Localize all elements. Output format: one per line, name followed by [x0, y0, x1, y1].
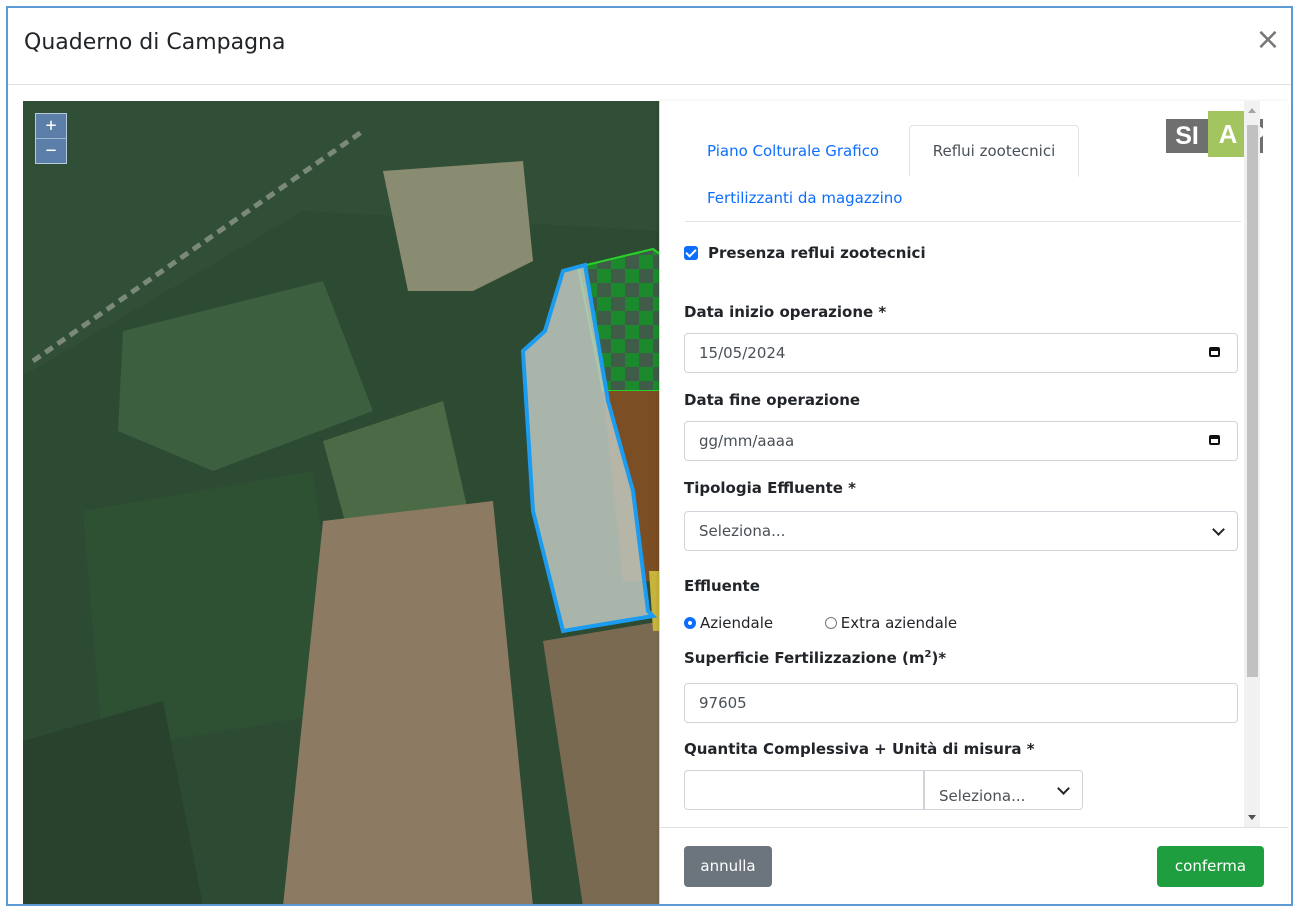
scroll-up-icon[interactable]	[1248, 108, 1256, 113]
close-icon[interactable]: ×	[1255, 25, 1281, 56]
map-field-light	[383, 161, 533, 291]
panel-content: Piano Colturale Grafico Reflui zootecnic…	[660, 101, 1266, 827]
tab-piano-colturale[interactable]: Piano Colturale Grafico	[707, 142, 879, 160]
quantity-input[interactable]	[684, 770, 924, 810]
radio-extra-label: Extra aziendale	[840, 614, 958, 632]
chevron-down-icon	[1057, 782, 1070, 795]
end-date-placeholder: gg/mm/aaaa	[699, 432, 795, 450]
effluent-type-value: Seleziona...	[699, 522, 786, 540]
effluent-type-label: Tipologia Effluente *	[684, 479, 857, 497]
panel-footer: annulla conferma	[660, 827, 1288, 904]
satellite-map[interactable]: + −	[23, 101, 663, 906]
presence-checkbox[interactable]	[684, 246, 698, 260]
map-imagery[interactable]	[23, 101, 663, 906]
tab-bar: Piano Colturale Grafico Reflui zootecnic…	[685, 125, 1241, 222]
cancel-button[interactable]: annulla	[684, 846, 772, 887]
logo-part-a: A	[1208, 111, 1248, 157]
map-field-south	[283, 501, 533, 904]
modal-title: Quaderno di Campagna	[24, 30, 286, 55]
calendar-icon[interactable]	[1209, 435, 1220, 445]
side-panel: Piano Colturale Grafico Reflui zootecnic…	[659, 101, 1288, 904]
effluent-label: Effluente	[684, 577, 760, 595]
surface-label: Superficie Fertilizzazione (m2)*	[684, 649, 946, 667]
zoom-in-button[interactable]: +	[36, 114, 66, 138]
zoom-control: + −	[35, 113, 67, 164]
radio-aziendale-label: Aziendale	[700, 614, 774, 632]
confirm-button[interactable]: conferma	[1157, 846, 1264, 887]
presence-label: Presenza reflui zootecnici	[708, 244, 926, 262]
surface-value: 97605	[699, 694, 747, 712]
radio-extra-aziendale[interactable]	[824, 617, 837, 629]
logo-part-si: SI	[1166, 119, 1208, 153]
effluent-type-select[interactable]: Seleziona...	[684, 511, 1238, 551]
zoom-out-button[interactable]: −	[36, 138, 66, 163]
surface-label-end: )*	[931, 649, 947, 667]
unit-select[interactable]: Seleziona...	[924, 770, 1083, 810]
radio-aziendale[interactable]	[684, 617, 696, 629]
quantity-label: Quantita Complessiva + Unità di misura *	[684, 740, 1035, 758]
tab-fertilizzanti[interactable]: Fertilizzanti da magazzino	[707, 189, 902, 207]
modal-dialog: Quaderno di Campagna × + − Piano Coltura…	[6, 6, 1293, 906]
surface-input[interactable]: 97605	[684, 683, 1238, 723]
chevron-down-icon	[1212, 523, 1225, 536]
modal-header: Quaderno di Campagna ×	[8, 8, 1291, 85]
start-date-label: Data inizio operazione *	[684, 303, 887, 321]
effluent-radio-group: Aziendale Extra aziendale	[684, 614, 957, 632]
panel-scrollbar[interactable]	[1244, 101, 1260, 827]
surface-label-text: Superficie Fertilizzazione (m	[684, 649, 925, 667]
start-date-field[interactable]: 15/05/2024	[684, 333, 1238, 373]
tab-reflui-zootecnici[interactable]: Reflui zootecnici	[909, 125, 1079, 177]
unit-value: Seleziona...	[939, 787, 1026, 805]
scroll-thumb[interactable]	[1247, 125, 1258, 677]
end-date-field[interactable]: gg/mm/aaaa	[684, 421, 1238, 461]
calendar-icon[interactable]	[1209, 347, 1220, 357]
scroll-down-icon[interactable]	[1248, 815, 1256, 820]
end-date-label: Data fine operazione	[684, 391, 861, 409]
start-date-value: 15/05/2024	[699, 344, 786, 362]
